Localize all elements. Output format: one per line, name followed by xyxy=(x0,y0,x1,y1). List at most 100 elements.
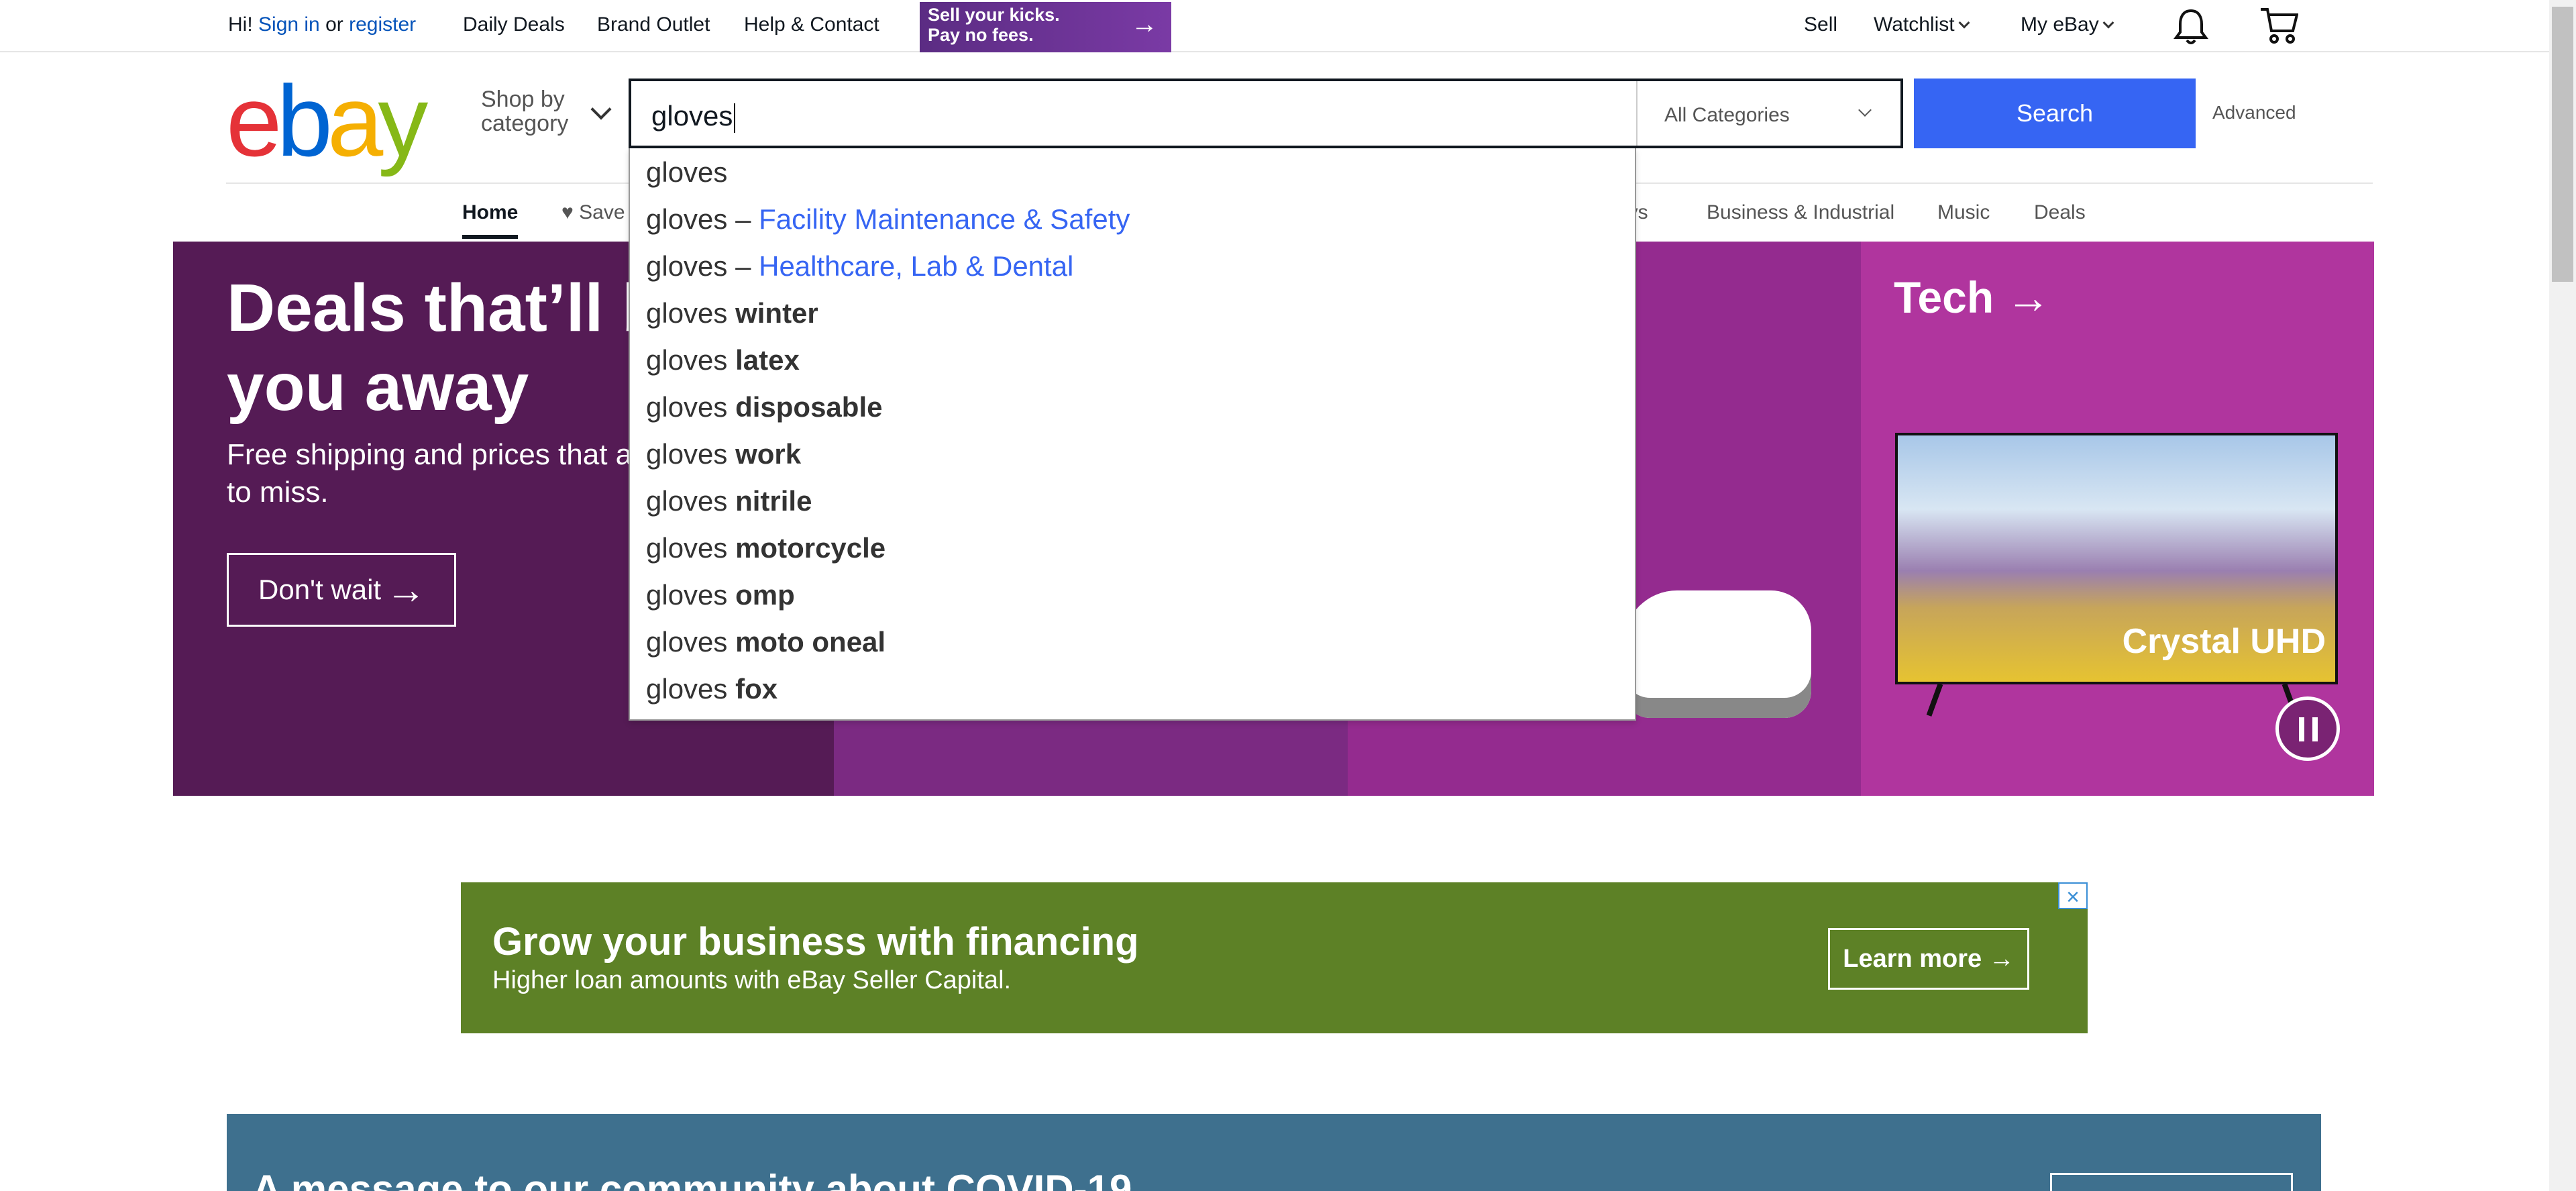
my-ebay-label: My eBay xyxy=(2021,13,2099,36)
advanced-search-link[interactable]: Advanced xyxy=(2212,102,2296,123)
suggestion-item[interactable]: gloves omp xyxy=(646,579,795,611)
suggestion-item[interactable]: gloves motorcycle xyxy=(646,532,885,564)
category-select-value: All Categories xyxy=(1664,104,1790,126)
seller-capital-ad[interactable]: Grow your business with financing Higher… xyxy=(461,882,2088,1033)
suggestion-item[interactable]: gloves – Facility Maintenance & Safety xyxy=(646,203,1130,236)
arrow-right-icon: → xyxy=(1988,945,2015,973)
search-query-text: gloves xyxy=(651,100,733,132)
sell-link[interactable]: Sell xyxy=(1804,13,1837,36)
dont-wait-button[interactable]: Don't wait → xyxy=(227,553,456,627)
covid-title: A message to our community about COVID-1… xyxy=(252,1167,1132,1191)
suggestion-item[interactable]: gloves work xyxy=(646,438,801,470)
promo-line-1: Sell your kicks. xyxy=(928,5,1060,25)
category-select[interactable]: All Categories xyxy=(1636,81,1903,146)
suggestion-term: motorcycle xyxy=(735,532,886,564)
my-ebay-menu[interactable]: My eBay xyxy=(2021,13,2114,36)
promo-banner[interactable]: Sell your kicks. Pay no fees. → xyxy=(920,2,1171,52)
suggestion-term: work xyxy=(735,438,802,470)
chevron-down-icon xyxy=(1858,103,1872,117)
promo-line-2: Pay no fees. xyxy=(928,25,1034,45)
register-link[interactable]: register xyxy=(349,13,416,36)
suggestion-item[interactable]: gloves winter xyxy=(646,297,818,329)
search-button[interactable]: Search xyxy=(1914,79,2196,148)
suggestion-term: latex xyxy=(735,344,800,376)
nav-business-industrial[interactable]: Business & Industrial xyxy=(1707,201,1894,224)
covid-learn-more-button[interactable] xyxy=(2050,1173,2293,1191)
help-contact-link[interactable]: Help & Contact xyxy=(744,13,879,36)
arrow-right-icon: → xyxy=(386,567,426,612)
nav-saved[interactable]: ♥ Save xyxy=(561,201,625,224)
tech-link[interactable]: Tech → xyxy=(1894,272,2051,323)
or-label: or xyxy=(325,13,343,36)
hero-title-line-1: Deals that’ll bl xyxy=(227,270,682,346)
logo-letter-a: a xyxy=(327,64,383,177)
logo-letter-y: y xyxy=(378,64,428,177)
suggestion-prefix: gloves xyxy=(646,391,728,423)
pause-button[interactable] xyxy=(2275,696,2340,761)
shop-by-label: Shop by xyxy=(481,87,565,112)
chevron-down-icon xyxy=(1958,17,1970,29)
greeting-label: Hi! xyxy=(228,13,253,36)
suggestion-term: omp xyxy=(735,579,795,611)
nav-music[interactable]: Music xyxy=(1937,201,1990,224)
suggestion-prefix: gloves xyxy=(646,673,728,705)
suggestion-item[interactable]: gloves – Healthcare, Lab & Dental xyxy=(646,250,1073,282)
text-caret xyxy=(734,103,736,133)
pause-icon xyxy=(2312,717,2318,741)
suggestion-term: nitrile xyxy=(735,485,812,517)
suggestion-prefix: gloves xyxy=(646,297,728,329)
search-input-value[interactable]: gloves xyxy=(651,100,736,133)
ad-headline: Grow your business with financing xyxy=(492,920,1139,964)
suggestion-prefix: gloves – xyxy=(646,203,751,235)
suggestion-category: Healthcare, Lab & Dental xyxy=(759,250,1074,282)
tv-image: Crystal UHD xyxy=(1895,433,2338,684)
suggestion-item[interactable]: gloves fox xyxy=(646,673,777,705)
heart-icon: ♥ xyxy=(561,201,574,223)
vertical-scrollbar[interactable] xyxy=(2549,0,2576,1191)
brand-outlet-link[interactable]: Brand Outlet xyxy=(597,13,710,36)
suggestion-term: disposable xyxy=(735,391,883,423)
logo-letter-e: e xyxy=(226,64,282,177)
suggestion-prefix: gloves xyxy=(646,626,728,658)
bell-icon[interactable] xyxy=(2174,7,2208,46)
daily-deals-link[interactable]: Daily Deals xyxy=(463,13,565,36)
suggestion-prefix: gloves xyxy=(646,532,728,564)
greeting-text: Hi! Sign in or register xyxy=(228,13,416,36)
suggestion-item[interactable]: gloves moto oneal xyxy=(646,626,885,658)
suggestion-term: winter xyxy=(735,297,818,329)
logo-letter-b: b xyxy=(276,64,332,177)
suggestion-item[interactable]: gloves nitrile xyxy=(646,485,812,517)
tv-brand-text: Crystal UHD xyxy=(2122,622,2326,661)
arrow-right-icon: → xyxy=(2006,272,2051,322)
chevron-down-icon xyxy=(2102,17,2114,29)
suggestion-item[interactable]: gloves disposable xyxy=(646,391,882,423)
nav-home[interactable]: Home xyxy=(462,201,519,239)
learn-more-button[interactable]: Learn more → xyxy=(1828,928,2029,990)
watchlist-label: Watchlist xyxy=(1874,13,1955,36)
hero-subtitle-line-1: Free shipping and prices that ar xyxy=(227,438,642,471)
tech-label: Tech xyxy=(1894,272,1994,322)
suggestion-prefix: gloves – xyxy=(646,250,751,282)
ebay-logo[interactable]: ebay xyxy=(226,70,428,171)
suggestion-term: fox xyxy=(735,673,778,705)
watchlist-menu[interactable]: Watchlist xyxy=(1874,13,1970,36)
cart-icon[interactable] xyxy=(2259,7,2298,44)
suggestion-term: moto oneal xyxy=(735,626,886,658)
pause-icon xyxy=(2299,717,2304,741)
learn-more-label: Learn more xyxy=(1843,945,1982,973)
suggestion-category: Facility Maintenance & Safety xyxy=(759,203,1130,235)
search-suggestions: gloves gloves – Facility Maintenance & S… xyxy=(629,148,1636,721)
close-icon[interactable]: × xyxy=(2058,882,2088,910)
scrollbar-thumb[interactable] xyxy=(2552,7,2573,282)
hero-title-line-2: you away xyxy=(227,350,529,425)
chevron-down-icon xyxy=(590,99,612,120)
nav-deals[interactable]: Deals xyxy=(2034,201,2086,224)
suggestion-item[interactable]: gloves latex xyxy=(646,344,800,376)
shop-by-category-button[interactable]: Shop by category xyxy=(481,87,612,136)
suggestion-prefix: gloves xyxy=(646,438,728,470)
suggestion-prefix: gloves xyxy=(646,579,728,611)
suggestion-item[interactable]: gloves xyxy=(646,156,727,189)
suggestion-prefix: gloves xyxy=(646,485,728,517)
sign-in-link[interactable]: Sign in xyxy=(258,13,320,36)
search-input[interactable]: gloves All Categories xyxy=(629,79,1903,148)
